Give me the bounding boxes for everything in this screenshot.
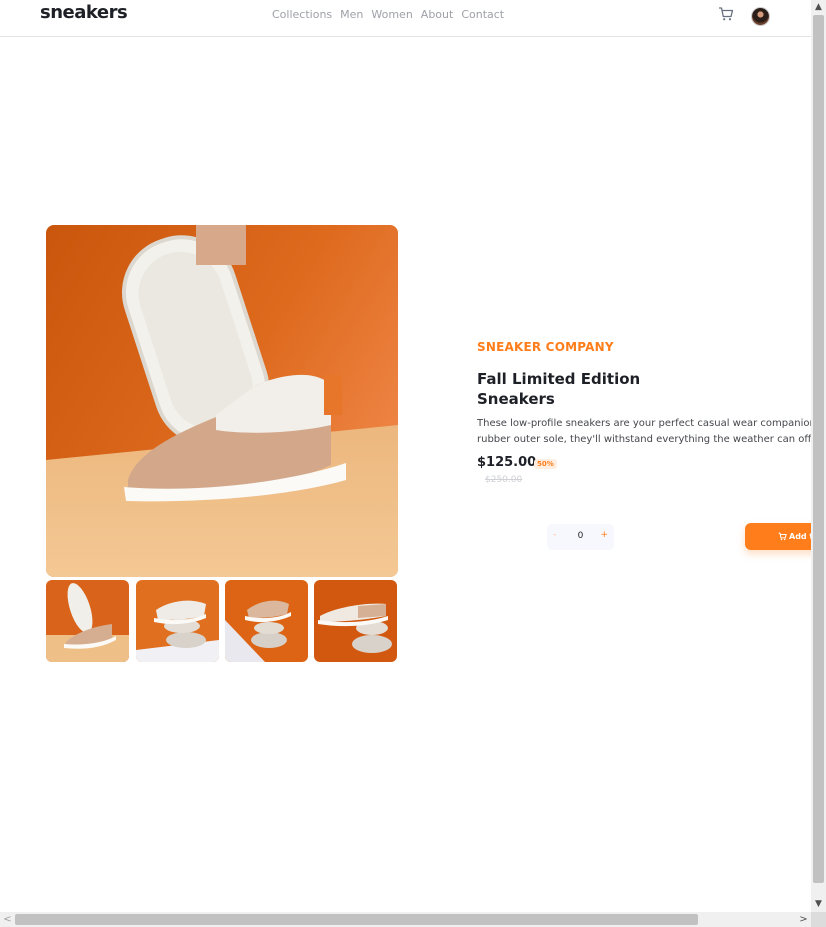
- scroll-up-icon[interactable]: ▲: [811, 0, 826, 15]
- nav-link-about[interactable]: About: [421, 8, 454, 21]
- main-nav: Collections Men Women About Contact: [272, 8, 504, 21]
- nav-link-women[interactable]: Women: [371, 8, 412, 21]
- add-to-cart-button[interactable]: Add t: [745, 523, 811, 550]
- product-description-line-2: rubber outer sole, they'll withstand eve…: [477, 434, 811, 445]
- original-price: $250.00: [485, 475, 523, 485]
- product-thumbnail-2[interactable]: [136, 580, 219, 662]
- scroll-right-icon[interactable]: >: [796, 912, 811, 927]
- nav-link-men[interactable]: Men: [340, 8, 363, 21]
- scrollbar-corner: [811, 912, 826, 927]
- cart-icon: [778, 532, 787, 541]
- cart-icon[interactable]: [718, 6, 734, 22]
- product-description: These low-profile sneakers are your perf…: [477, 416, 811, 450]
- company-name: SNEAKER COMPANY: [477, 340, 614, 354]
- horizontal-scrollbar[interactable]: < >: [0, 912, 811, 927]
- horizontal-scroll-thumb[interactable]: [15, 914, 698, 925]
- quantity-stepper: - 0 +: [547, 524, 614, 550]
- avatar[interactable]: [751, 7, 770, 26]
- quantity-plus-button[interactable]: +: [600, 530, 608, 540]
- scroll-down-icon[interactable]: ▼: [811, 897, 826, 912]
- product-description-line-1: These low-profile sneakers are your perf…: [477, 418, 811, 429]
- product-thumbnail-4[interactable]: [314, 580, 397, 662]
- nav-link-collections[interactable]: Collections: [272, 8, 332, 21]
- vertical-scrollbar[interactable]: ▲ ▼: [811, 0, 826, 912]
- scroll-left-icon[interactable]: <: [0, 912, 15, 927]
- vertical-scroll-thumb[interactable]: [813, 15, 824, 883]
- product-thumbnail-1[interactable]: [46, 580, 129, 662]
- discount-badge: 50%: [534, 459, 557, 469]
- page: sneakers Collections Men Women About Con…: [0, 0, 811, 912]
- add-to-cart-label: Add t: [789, 532, 811, 541]
- nav-link-contact[interactable]: Contact: [461, 8, 504, 21]
- site-header: sneakers Collections Men Women About Con…: [0, 0, 811, 37]
- product-image-main[interactable]: [46, 225, 398, 577]
- product-thumbnail-3[interactable]: [225, 580, 308, 662]
- logo[interactable]: sneakers: [40, 2, 128, 23]
- product-title: Fall Limited Edition Sneakers: [477, 370, 641, 408]
- current-price: $125.00: [477, 455, 537, 470]
